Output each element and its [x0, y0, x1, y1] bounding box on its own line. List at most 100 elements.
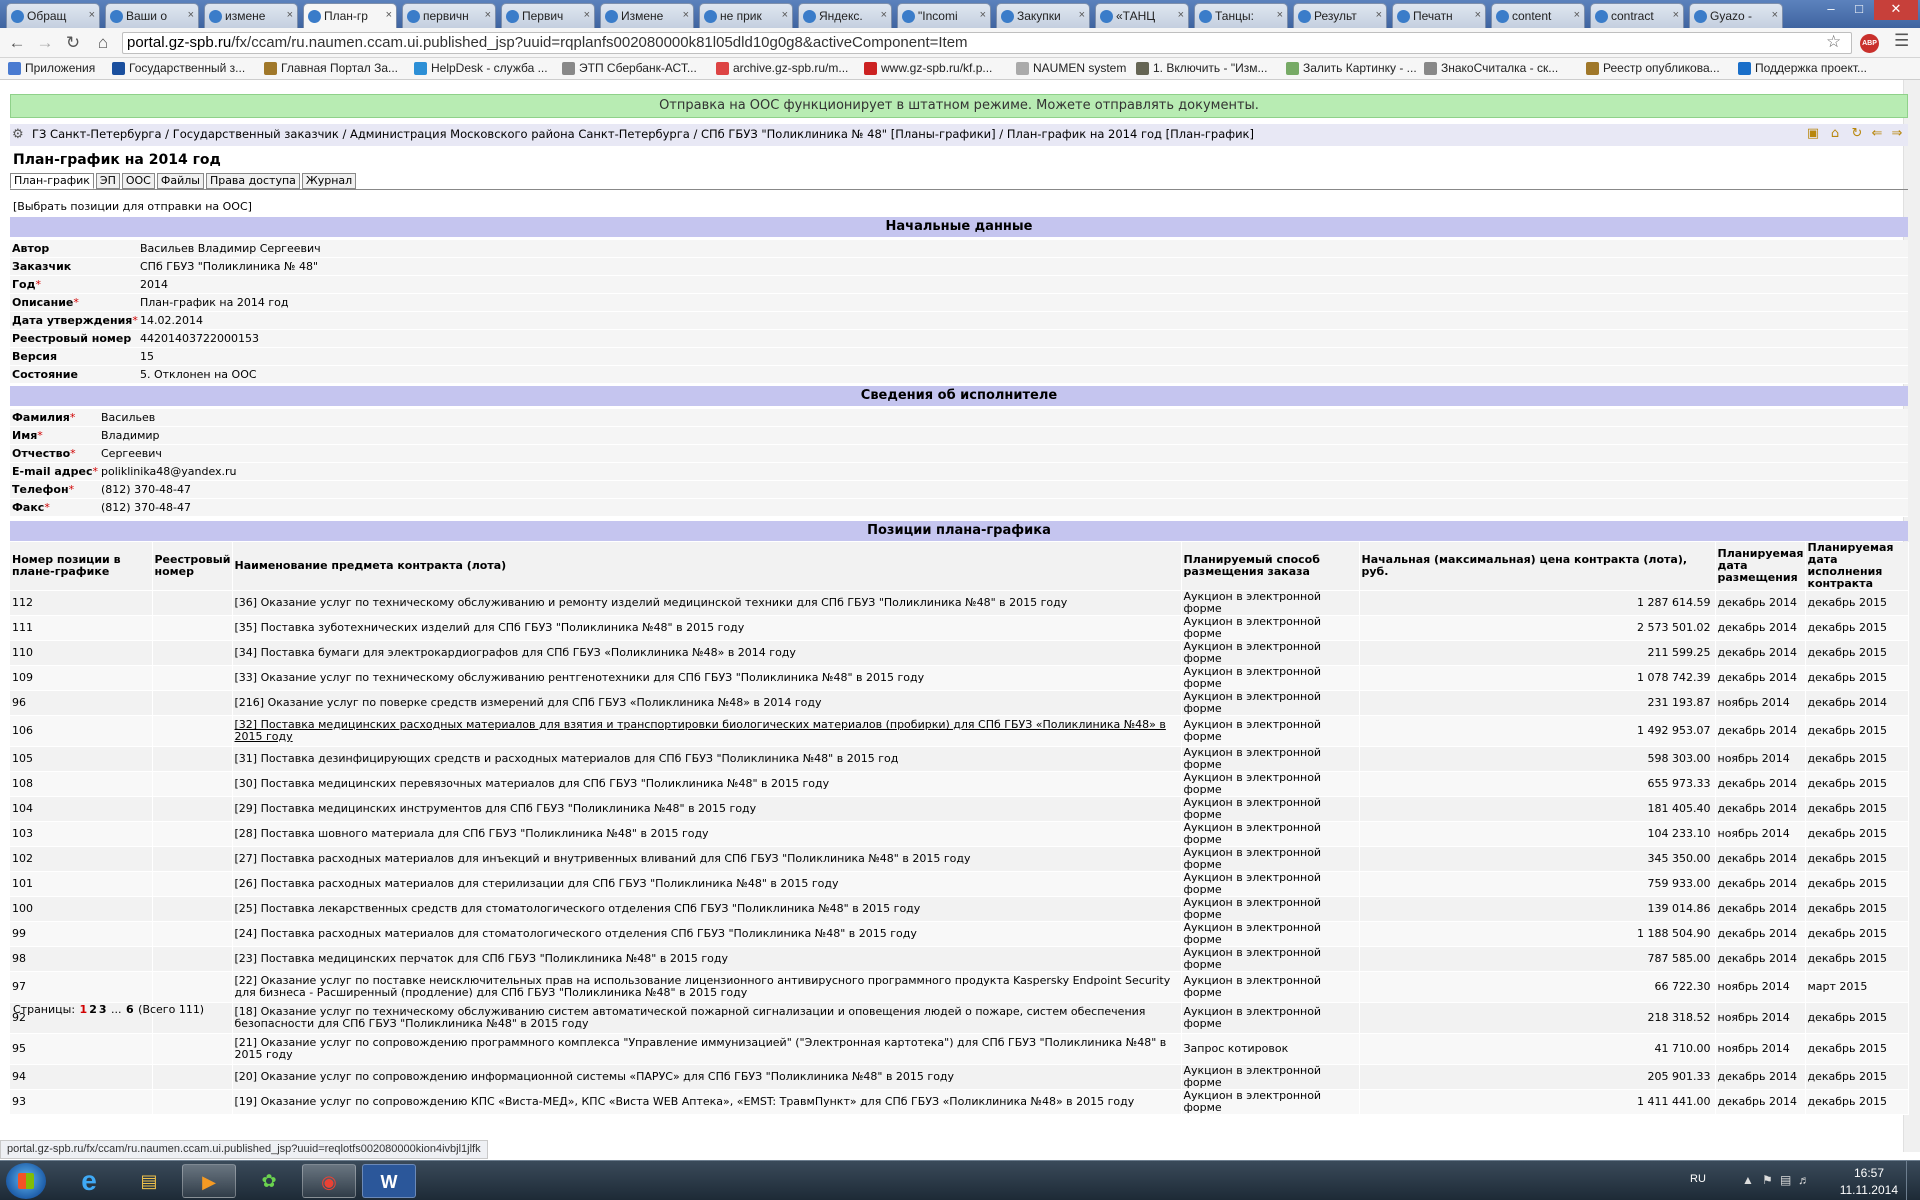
- table-row[interactable]: 99 [24] Поставка расходных материалов для…: [10, 921, 1909, 947]
- table-row[interactable]: 110 [34] Поставка бумаги для электрокарди…: [10, 640, 1909, 666]
- column-header[interactable]: Номер позиции в плане-графике: [10, 542, 153, 591]
- bookmark-item[interactable]: Поддержка проект...: [1738, 61, 1867, 75]
- folder-icon[interactable]: ▣: [1804, 126, 1822, 144]
- bookmark-star-icon[interactable]: ☆: [1826, 32, 1841, 52]
- ie-taskbar-icon[interactable]: e: [62, 1164, 116, 1198]
- table-row[interactable]: 97 [22] Оказание услуг по поставке неискл…: [10, 971, 1909, 1003]
- forward-icon[interactable]: →: [34, 32, 56, 54]
- network-icon[interactable]: ▤: [1780, 1173, 1791, 1187]
- subtab-2[interactable]: ООС: [121, 173, 155, 189]
- close-window-button[interactable]: ✕: [1874, 0, 1918, 20]
- breadcrumb[interactable]: ГЗ Санкт-Петербурга / Государственный за…: [32, 127, 1254, 141]
- icq-taskbar-icon[interactable]: ✿: [242, 1164, 296, 1198]
- table-row[interactable]: 109 [33] Оказание услуг по техническому о…: [10, 665, 1909, 691]
- bookmark-item[interactable]: www.gz-spb.ru/kf.p...: [864, 61, 992, 75]
- subtab-4[interactable]: Права доступа: [205, 173, 300, 189]
- table-row[interactable]: 105 [31] Поставка дезинфицирующих средств…: [10, 746, 1909, 772]
- contract-subject[interactable]: [30] Поставка медицинских перевязочных м…: [235, 777, 830, 790]
- maximize-button[interactable]: □: [1846, 0, 1872, 20]
- bookmark-item[interactable]: 1. Включить - "Изм...: [1136, 61, 1267, 75]
- browser-tab[interactable]: Измене ×: [600, 3, 694, 28]
- tab-close-icon[interactable]: ×: [188, 9, 194, 21]
- browser-tab[interactable]: Печатн ×: [1392, 3, 1486, 28]
- language-indicator[interactable]: RU: [1690, 1173, 1706, 1185]
- table-row[interactable]: 100 [25] Поставка лекарственных средств д…: [10, 896, 1909, 922]
- clock-date[interactable]: 11.11.2014: [1840, 1183, 1898, 1197]
- table-row[interactable]: 93 [19] Оказание услуг по сопровождению К…: [10, 1089, 1909, 1115]
- bookmark-item[interactable]: Государственный з...: [112, 61, 245, 75]
- tab-close-icon[interactable]: ×: [386, 9, 392, 21]
- table-row[interactable]: 95 [21] Оказание услуг по сопровождению п…: [10, 1033, 1909, 1065]
- flag-icon[interactable]: ⚑: [1762, 1173, 1773, 1187]
- subtab-0[interactable]: План-график: [10, 173, 94, 189]
- table-row[interactable]: 111 [35] Поставка зуботехнических изделий…: [10, 615, 1909, 641]
- browser-tab[interactable]: измене ×: [204, 3, 298, 28]
- contract-subject[interactable]: [34] Поставка бумаги для электрокардиогр…: [235, 646, 796, 659]
- page-link[interactable]: 1: [80, 1003, 88, 1016]
- contract-subject[interactable]: [32] Поставка медицинских расходных мате…: [235, 718, 1166, 743]
- table-row[interactable]: 96 [216] Оказание услуг по поверке средст…: [10, 690, 1909, 716]
- tab-close-icon[interactable]: ×: [89, 9, 95, 21]
- contract-subject[interactable]: [19] Оказание услуг по сопровождению КПС…: [235, 1095, 1135, 1108]
- volume-icon[interactable]: ♬: [1798, 1173, 1810, 1187]
- tab-close-icon[interactable]: ×: [980, 9, 986, 21]
- reload-icon[interactable]: ↻: [62, 32, 84, 54]
- contract-subject[interactable]: [20] Оказание услуг по сопровождению инф…: [235, 1070, 955, 1083]
- page-link[interactable]: 2: [89, 1003, 97, 1016]
- refresh-icon[interactable]: ↻: [1848, 126, 1866, 144]
- bookmark-item[interactable]: HelpDesk - служба ...: [414, 61, 548, 75]
- arrow-left-icon[interactable]: ⇐: [1868, 126, 1886, 144]
- bookmark-item[interactable]: ЗнакоСчиталка - ск...: [1424, 61, 1558, 75]
- tab-close-icon[interactable]: ×: [287, 9, 293, 21]
- minimize-button[interactable]: –: [1818, 0, 1844, 20]
- arrow-right-icon[interactable]: ⇒: [1888, 126, 1906, 144]
- table-row[interactable]: 92 [18] Оказание услуг по техническому об…: [10, 1002, 1909, 1034]
- contract-subject[interactable]: [23] Поставка медицинских перчаток для С…: [235, 952, 728, 965]
- media-player-taskbar-icon[interactable]: ▶: [182, 1164, 236, 1198]
- contract-subject[interactable]: [18] Оказание услуг по техническому обсл…: [235, 1005, 1146, 1030]
- bookmark-item[interactable]: ЭТП Сбербанк-АСТ...: [562, 61, 697, 75]
- tab-close-icon[interactable]: ×: [782, 9, 788, 21]
- tray-arrow-icon[interactable]: ▲: [1742, 1173, 1754, 1187]
- browser-tab[interactable]: План-гр ×: [303, 3, 397, 29]
- bookmark-item[interactable]: Главная Портал За...: [264, 61, 398, 75]
- column-header[interactable]: Планируемый способ размещения заказа: [1181, 542, 1360, 591]
- browser-tab[interactable]: content ×: [1491, 3, 1585, 28]
- address-bar[interactable]: portal.gz-spb.ru/fx/ccam/ru.naumen.ccam.…: [122, 32, 1852, 54]
- subtab-3[interactable]: Файлы: [156, 173, 204, 189]
- tab-close-icon[interactable]: ×: [1277, 9, 1283, 21]
- contract-subject[interactable]: [22] Оказание услуг по поставке неисключ…: [235, 974, 1171, 999]
- adblock-icon[interactable]: ABP: [1860, 34, 1879, 53]
- browser-tab[interactable]: первичн ×: [402, 3, 496, 28]
- table-row[interactable]: 102 [27] Поставка расходных материалов дл…: [10, 846, 1909, 872]
- clock-time[interactable]: 16:57: [1854, 1166, 1884, 1180]
- contract-subject[interactable]: [36] Оказание услуг по техническому обсл…: [235, 596, 1068, 609]
- contract-subject[interactable]: [33] Оказание услуг по техническому обсл…: [235, 671, 925, 684]
- table-row[interactable]: 108 [30] Поставка медицинских перевязочны…: [10, 771, 1909, 797]
- contract-subject[interactable]: [26] Поставка расходных материалов для с…: [235, 877, 839, 890]
- contract-subject[interactable]: [24] Поставка расходных материалов для с…: [235, 927, 917, 940]
- home-icon[interactable]: ⌂: [92, 32, 114, 54]
- contract-subject[interactable]: [21] Оказание услуг по сопровождению про…: [235, 1036, 1167, 1061]
- tab-close-icon[interactable]: ×: [881, 9, 887, 21]
- browser-tab[interactable]: Результ ×: [1293, 3, 1387, 28]
- browser-tab[interactable]: Закупки ×: [996, 3, 1090, 28]
- browser-tab[interactable]: Первич ×: [501, 3, 595, 28]
- bookmark-item[interactable]: Приложения: [8, 61, 95, 75]
- tab-close-icon[interactable]: ×: [1673, 9, 1679, 21]
- bookmark-item[interactable]: NAUMEN system: [1016, 61, 1126, 75]
- bookmark-item[interactable]: Залить Картинку - ...: [1286, 61, 1417, 75]
- browser-tab[interactable]: Gyazo - ×: [1689, 3, 1783, 28]
- table-row[interactable]: 106 [32] Поставка медицинских расходных м…: [10, 715, 1909, 747]
- browser-tab[interactable]: Яндекс. ×: [798, 3, 892, 28]
- page-link-last[interactable]: 6: [126, 1003, 134, 1016]
- table-row[interactable]: 103 [28] Поставка шовного материала для С…: [10, 821, 1909, 847]
- bookmark-item[interactable]: Реестр опубликова...: [1586, 61, 1720, 75]
- tab-close-icon[interactable]: ×: [683, 9, 689, 21]
- contract-subject[interactable]: [31] Поставка дезинфицирующих средств и …: [235, 752, 899, 765]
- bookmark-item[interactable]: archive.gz-spb.ru/m...: [716, 61, 848, 75]
- subtab-1[interactable]: ЭП: [95, 173, 120, 189]
- contract-subject[interactable]: [27] Поставка расходных материалов для и…: [235, 852, 971, 865]
- subtab-5[interactable]: Журнал: [301, 173, 357, 189]
- table-row[interactable]: 112 [36] Оказание услуг по техническому о…: [10, 590, 1909, 616]
